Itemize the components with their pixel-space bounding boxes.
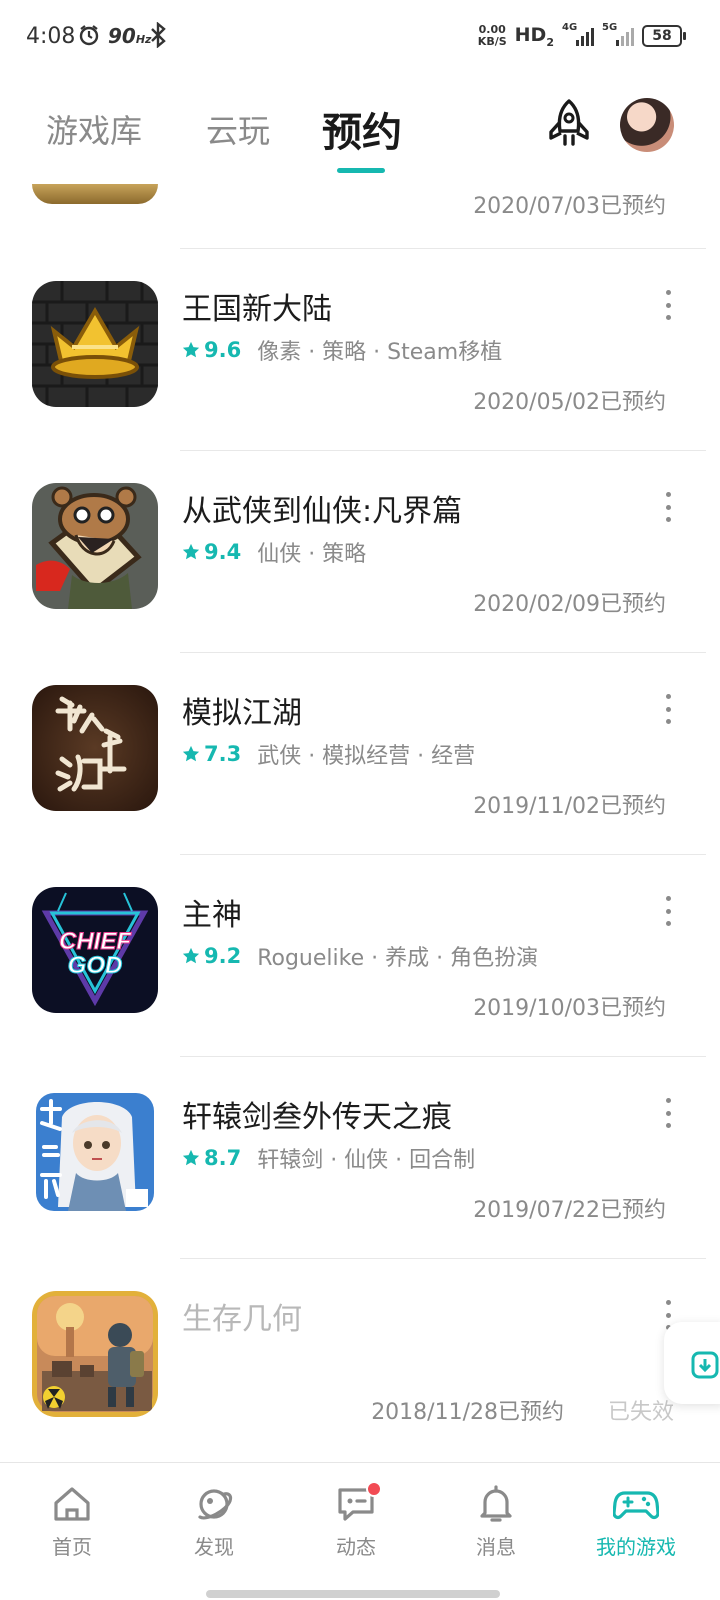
star-icon [182,341,200,358]
nav-label: 发现 [194,1535,234,1559]
game-title: 王国新大陆 [182,292,332,327]
nav-messages[interactable]: 消息 [424,1463,568,1583]
more-options-icon[interactable] [658,896,678,926]
divider [180,1056,706,1057]
crown-icon [32,281,158,407]
signal-4g-icon: 4G [562,22,594,46]
reservation-date: 2020/07/03已预约 [473,194,666,219]
star-icon [182,543,200,560]
star-icon [182,745,200,762]
game-title: 轩辕剑叁外传天之痕 [182,1100,452,1135]
nav-my-games[interactable]: 我的游戏 [564,1463,708,1583]
hd-indicator: HD2 [514,23,554,49]
user-avatar[interactable] [620,98,674,152]
notification-badge [366,1481,382,1497]
game-meta: 9.2 Roguelike · 养成 · 角色扮演 [182,940,538,972]
svg-text:GOD: GOD [68,952,123,979]
game-meta: 7.3 武侠 · 模拟经营 · 经营 [182,738,475,770]
divider [180,854,706,855]
more-options-icon[interactable] [658,492,678,522]
svg-text:CHIEF: CHIEF [59,928,132,955]
reservation-date: 2020/05/02已预约 [473,390,666,415]
divider [180,652,706,653]
alarm-icon [79,25,99,46]
divider [180,248,706,249]
calligraphy-icon [32,685,158,811]
game-tags: Roguelike · 养成 · 角色扮演 [257,946,539,971]
list-item[interactable]: 轩辕剑叁外传天之痕 8.7 轩辕剑 · 仙侠 · 回合制 2019/07/22已… [0,1056,720,1258]
game-score: 9.4 [204,540,242,564]
game-score: 7.3 [204,742,242,766]
more-options-icon[interactable] [658,290,678,320]
game-title: 生存几何 [182,1302,302,1337]
home-indicator[interactable] [206,1590,500,1598]
reservation-date: 2019/07/22已预约 [473,1198,666,1223]
reservation-date: 2019/10/03已预约 [473,996,666,1021]
active-tab-indicator [337,168,385,173]
list-item[interactable]: CHIEF GOD 主神 9.2 Roguelike · 养成 · 角色扮演 2… [0,854,720,1056]
network-speed: 0.00 KB/S [477,23,507,48]
battery-icon: 58 [642,25,686,47]
nav-label: 动态 [336,1535,376,1559]
list-item[interactable]: 从武侠到仙侠:凡界篇 9.4 仙侠 · 策略 2020/02/09已预约 [0,450,720,652]
floating-download-button[interactable] [664,1322,720,1404]
chief-god-logo-icon: CHIEF GOD [32,887,158,1013]
list-item[interactable]: 王国新大陆 9.6 像素 · 策略 · Steam移植 2020/05/02已预… [0,248,720,450]
game-score: 9.2 [204,944,242,968]
nav-label: 消息 [476,1535,516,1559]
star-icon [182,947,200,964]
tiger-hat-hero-icon [32,483,158,609]
game-meta: 8.7 轩辕剑 · 仙侠 · 回合制 [182,1142,475,1174]
top-tab-bar: 游戏库 云玩 预约 [0,74,720,184]
game-icon-partial [32,184,158,204]
game-tags: 仙侠 · 策略 [257,542,367,567]
gamepad-icon [613,1491,659,1520]
game-title: 主神 [182,898,242,933]
bottom-nav: 首页 发现 动态 消息 我的游戏 [0,1462,720,1600]
tab-game-library[interactable]: 游戏库 [46,106,142,152]
expired-label: 已失效 [607,1400,674,1425]
divider [180,1258,706,1259]
nav-label: 我的游戏 [596,1535,676,1559]
more-options-icon[interactable] [658,694,678,724]
reservation-date: 2018/11/28已预约 [371,1400,564,1425]
download-icon [691,1351,719,1379]
game-title: 从武侠到仙侠:凡界篇 [182,494,463,529]
game-score: 9.6 [204,338,242,362]
nav-discover[interactable]: 发现 [142,1463,286,1583]
status-indicators: 0.00 KB/S HD2 4G 5G 58 [477,20,686,52]
game-meta: 9.4 仙侠 · 策略 [182,536,366,568]
nuclear-survivor-icon [32,1291,158,1417]
signal-5g-icon: 5G [602,22,634,46]
game-title: 模拟江湖 [182,696,302,731]
game-tags: 武侠 · 模拟经营 · 经营 [257,744,476,769]
rocket-icon[interactable] [544,98,594,150]
more-options-icon[interactable] [658,1098,678,1128]
status-bar: 4:08 90Hz 0.00 KB/S HD2 4G 5G 58 [0,0,720,74]
tab-cloud-play[interactable]: 云玩 [206,106,270,152]
tab-reservations[interactable]: 预约 [322,100,402,158]
nav-label: 首页 [52,1535,92,1559]
home-icon [54,1487,90,1521]
star-icon [182,1149,200,1166]
reservation-date: 2020/02/09已预约 [473,592,666,617]
anime-girl-icon [32,1089,158,1215]
bell-icon [480,1485,512,1522]
status-time: 4:08 [26,24,76,49]
list-item[interactable]: 模拟江湖 7.3 武侠 · 模拟经营 · 经营 2019/11/02已预约 [0,652,720,854]
refresh-rate: 90Hz [108,24,152,48]
nav-feed[interactable]: 动态 [284,1463,428,1583]
planet-icon [198,1489,233,1520]
game-score: 8.7 [204,1146,242,1170]
divider [180,450,706,451]
reservation-date: 2019/11/02已预约 [473,794,666,819]
list-item-partial[interactable]: 2020/07/03已预约 [0,184,720,248]
nav-home[interactable]: 首页 [0,1463,144,1583]
game-tags: 像素 · 策略 · Steam移植 [257,340,503,365]
game-meta: 9.6 像素 · 策略 · Steam移植 [182,334,502,366]
game-tags: 轩辕剑 · 仙侠 · 回合制 [257,1148,476,1173]
bluetooth-icon [151,22,166,48]
list-item[interactable]: 生存几何 2018/11/28已预约 已失效 [0,1258,720,1460]
